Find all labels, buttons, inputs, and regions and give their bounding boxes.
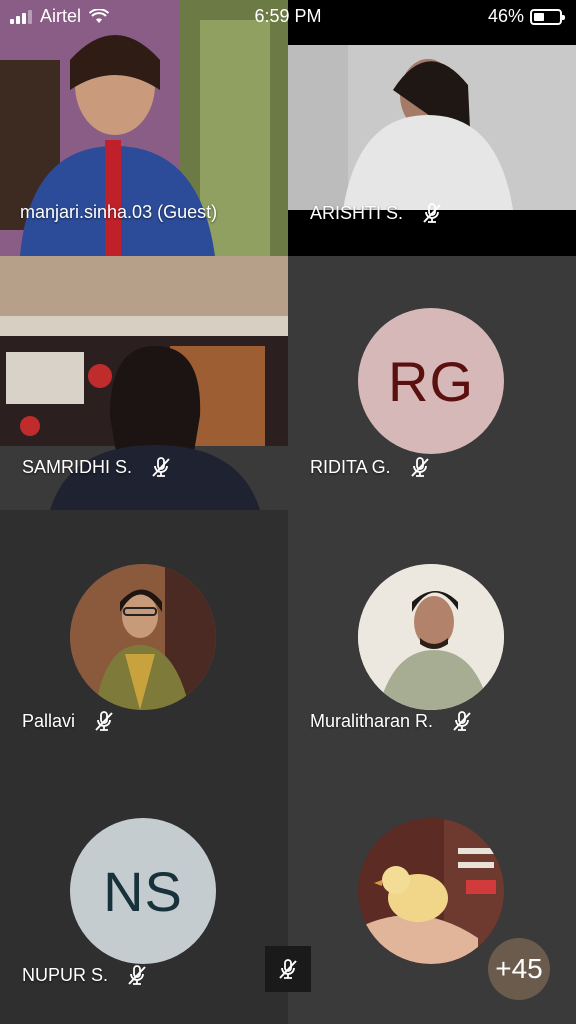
mic-muted-icon xyxy=(453,711,471,731)
profile-photo xyxy=(358,818,504,964)
participant-name-row: SAMRIDHI S. xyxy=(22,456,172,478)
participant-tile[interactable]: ARISHTI S. xyxy=(288,0,576,256)
more-participants-button[interactable]: +45 xyxy=(488,938,550,1000)
participant-tile[interactable]: manjari.sinha.03 (Guest) xyxy=(0,0,288,256)
participant-name: RIDITA G. xyxy=(310,456,391,477)
overflow-count: +45 xyxy=(495,953,543,984)
initials-avatar: NS xyxy=(70,818,216,964)
participant-name: SAMRIDHI S. xyxy=(22,456,133,477)
participant-tile[interactable]: Pallavi xyxy=(0,510,288,764)
battery-icon xyxy=(530,8,565,25)
initials-avatar: RG xyxy=(358,308,504,454)
battery-status: 46% xyxy=(487,6,565,27)
profile-photo xyxy=(70,564,216,710)
mic-muted-icon xyxy=(95,711,113,731)
battery-percent: 46% xyxy=(487,6,524,26)
avatar-initials: RG xyxy=(388,349,474,413)
participant-name: Pallavi xyxy=(22,710,76,731)
participant-tile[interactable]: NS NUPUR S. xyxy=(0,764,288,1024)
participant-name: manjari.sinha.03 (Guest) xyxy=(20,202,218,222)
participant-name: ARISHTI S. xyxy=(310,202,404,223)
mic-muted-icon xyxy=(152,457,170,477)
participant-name-row: ARISHTI S. xyxy=(310,202,443,224)
mic-muted-icon xyxy=(279,959,297,979)
participant-name-row: manjari.sinha.03 (Guest) xyxy=(20,202,217,223)
mic-muted-icon xyxy=(128,965,146,985)
mic-muted-icon xyxy=(410,457,429,477)
participant-tile[interactable]: SAMRIDHI S. xyxy=(0,256,288,510)
avatar-initials: NS xyxy=(103,859,183,923)
participant-tile[interactable]: RG RIDITA G. xyxy=(288,256,576,510)
self-mute-button[interactable] xyxy=(265,946,311,992)
mic-muted-icon xyxy=(423,203,441,223)
participant-tile[interactable]: Muralitharan R. xyxy=(288,510,576,764)
participant-name: Muralitharan R. xyxy=(310,710,434,731)
battery-fill xyxy=(534,12,545,21)
participant-name-row: NUPUR S. xyxy=(22,964,148,986)
profile-photo xyxy=(358,564,504,710)
participant-name: NUPUR S. xyxy=(22,964,109,985)
participant-name-row: Pallavi xyxy=(22,710,115,732)
status-bar: Airtel 6:59 PM 46% xyxy=(0,0,576,34)
participant-name-row: RIDITA G. xyxy=(310,456,431,478)
participant-name-row: Muralitharan R. xyxy=(310,710,473,732)
